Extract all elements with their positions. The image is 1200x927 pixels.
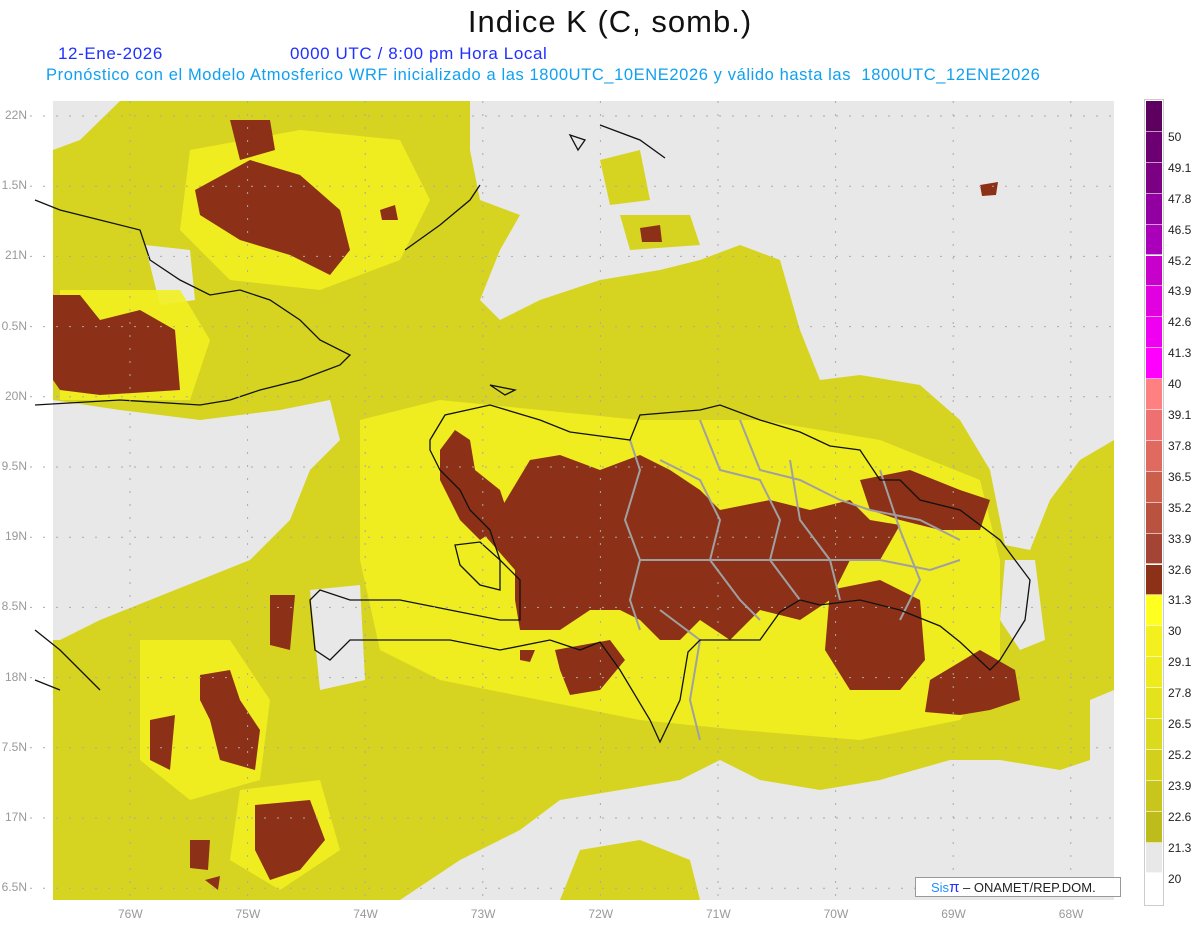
- colorbar-label: 31.3: [1168, 593, 1192, 608]
- lat-label: 22N: [4, 108, 27, 122]
- colorbar-frame: [1144, 99, 1164, 907]
- colorbar-label: 39.1: [1168, 408, 1192, 422]
- colorbar-label: 49.1: [1168, 160, 1192, 175]
- lon-label: 72W: [588, 907, 614, 921]
- lon-label: 68W: [1058, 907, 1084, 921]
- lon-label: 74W: [353, 907, 378, 921]
- lat-label: 21N: [4, 248, 27, 263]
- colorbar-label: 30: [1168, 624, 1182, 639]
- lat-label: 20N: [4, 388, 27, 403]
- colorbar-label: 20: [1168, 871, 1182, 886]
- credit-pi-logo: π: [949, 879, 960, 896]
- colorbar-label: 50: [1168, 129, 1182, 144]
- lat-label: 1.5N: [1, 178, 27, 193]
- colorbar-label: 26.5: [1168, 717, 1192, 731]
- colorbar-label: 21.3: [1168, 840, 1192, 855]
- colorbar-label: 43.9: [1168, 284, 1192, 299]
- lat-label: 6.5N: [1, 880, 27, 895]
- credit-box: Sisπ – ONAMET/REP.DOM.: [915, 877, 1121, 897]
- colorbar-label: 40: [1168, 377, 1182, 392]
- colorbar-label: 33.9: [1168, 531, 1192, 546]
- lat-label: 9.5N: [1, 459, 27, 473]
- colorbar-label: 42.6: [1168, 315, 1192, 330]
- lat-label: 18N: [4, 669, 27, 684]
- lon-label: 75W: [235, 907, 261, 921]
- colorbar-label: 29.1: [1168, 655, 1192, 670]
- colorbar-label: 41.3: [1168, 346, 1192, 361]
- colorbar-label: 47.8: [1168, 191, 1192, 206]
- colorbar-label: 23.9: [1168, 778, 1192, 793]
- colorbar-label: 35.2: [1168, 500, 1192, 515]
- lon-label: 70W: [823, 907, 849, 921]
- credit-org: – ONAMET/REP.DOM.: [959, 880, 1096, 895]
- lat-label: 17N: [4, 810, 27, 824]
- lon-label: 73W: [470, 907, 496, 921]
- colorbar-label: 22.6: [1168, 809, 1192, 824]
- colorbar-label: 37.8: [1168, 438, 1192, 453]
- colorbar-label: 25.2: [1168, 747, 1192, 762]
- credit-sis: Sis: [931, 880, 950, 895]
- lat-label: 7.5N: [1, 739, 27, 754]
- lon-label: 71W: [706, 907, 731, 921]
- colorbar-label: 36.5: [1168, 469, 1192, 484]
- lon-label: 76W: [118, 907, 143, 921]
- lat-label: 8.5N: [1, 599, 27, 614]
- colorbar-label: 27.8: [1168, 686, 1192, 701]
- lon-label: 69W: [941, 907, 966, 921]
- k-index-map: [30, 101, 1114, 900]
- colorbar-label: 46.5: [1168, 222, 1192, 237]
- colorbar-label: 45.2: [1168, 253, 1192, 268]
- colorbar-label: 32.6: [1168, 562, 1192, 577]
- lat-label: 19N: [4, 529, 27, 544]
- lat-label: 0.5N: [1, 318, 27, 333]
